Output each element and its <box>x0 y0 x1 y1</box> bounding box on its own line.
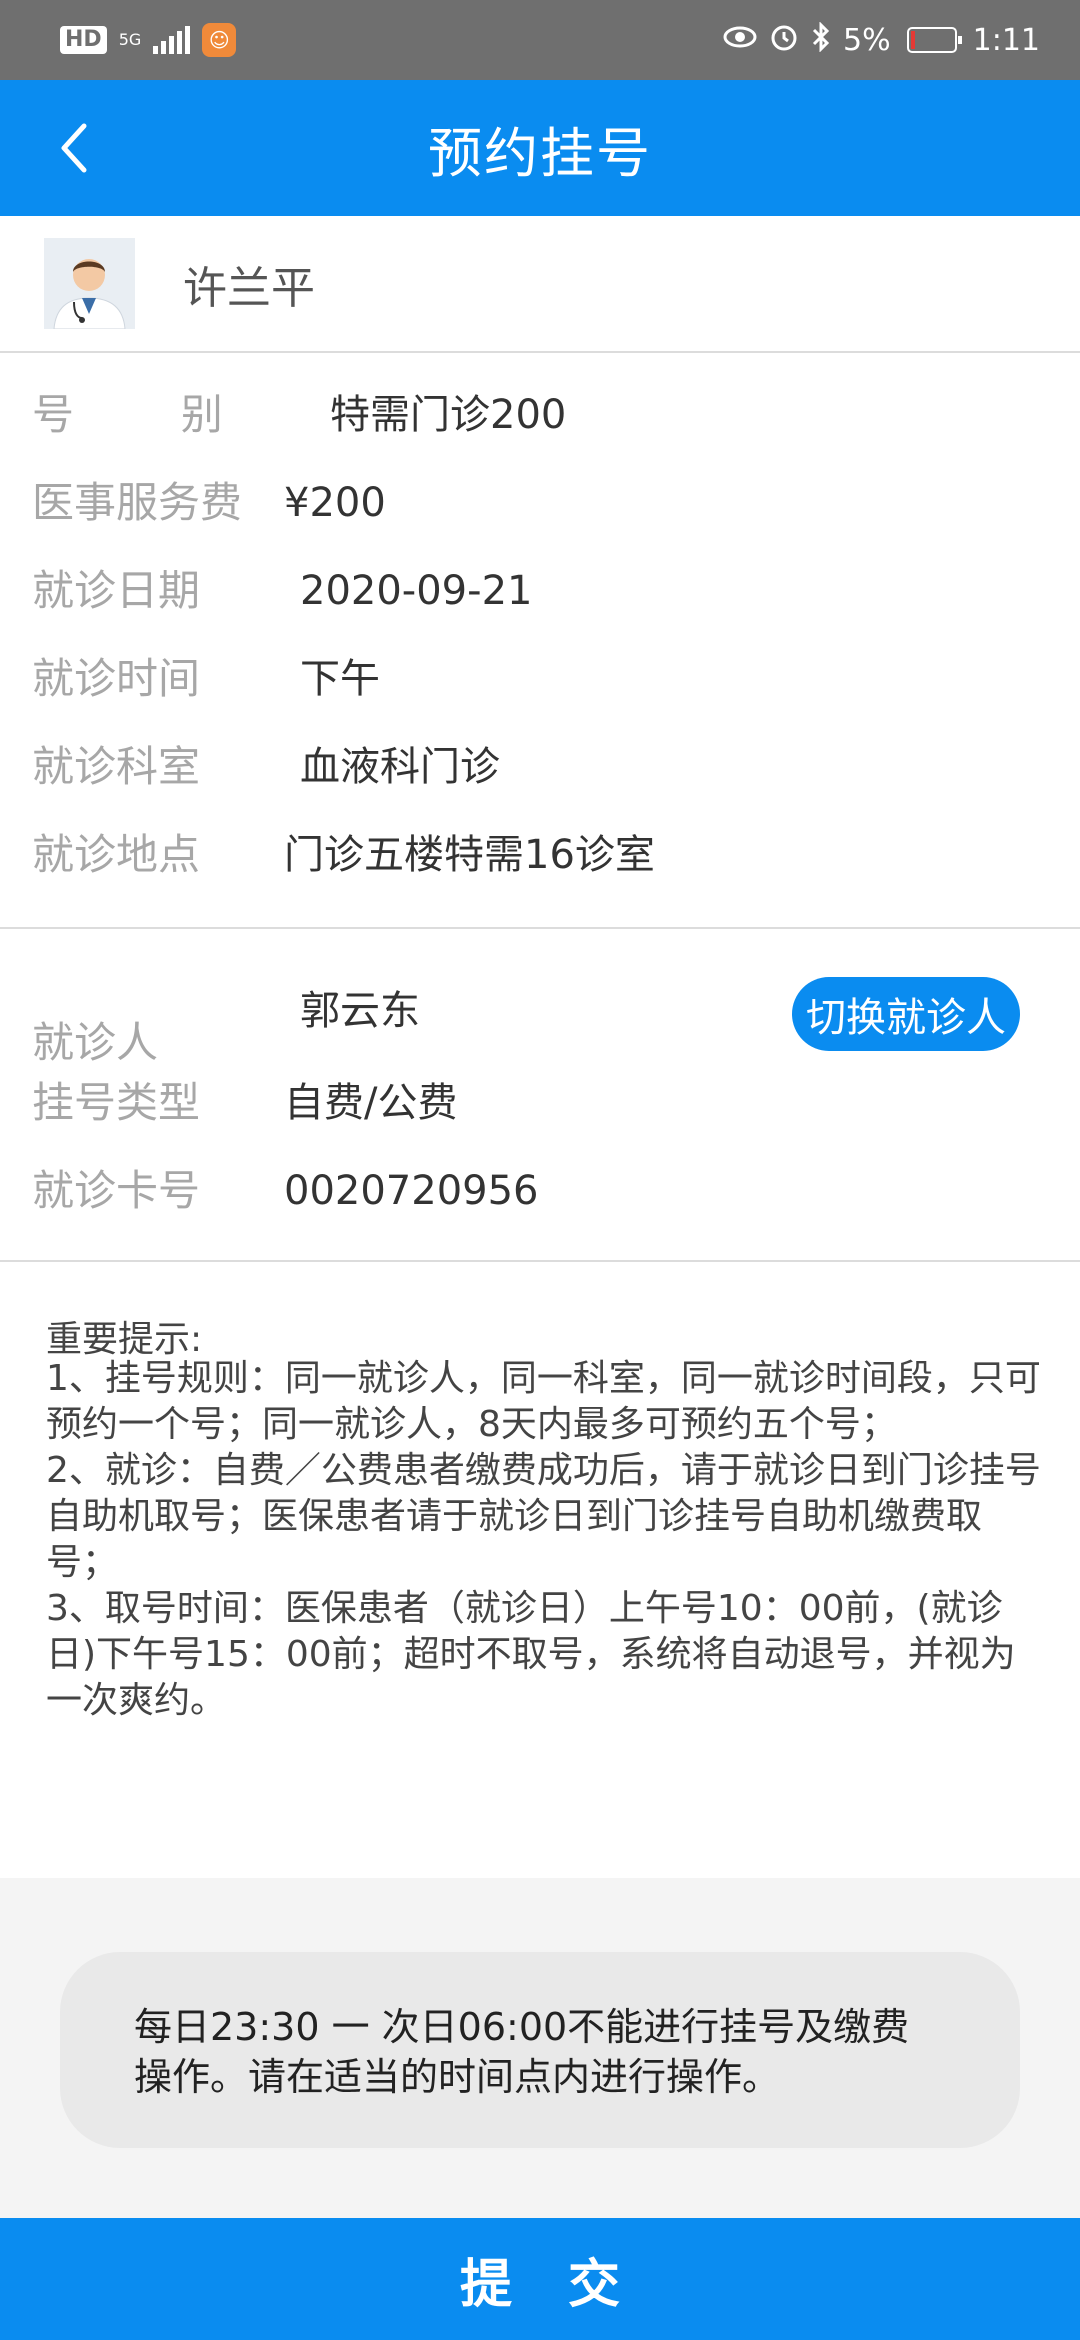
doctor-name: 许兰平 <box>183 262 315 314</box>
switch-patient-button[interactable]: 切换就诊人 <box>792 977 1020 1051</box>
notice-item: 2、就诊：自费／公费患者缴费成功后，请于就诊日到门诊挂号自助机取号；医保患者请于… <box>46 1450 1041 1583</box>
info-row-date: 就诊日期 2020-09-21 <box>0 561 1080 621</box>
header: 预约挂号 <box>0 80 1080 216</box>
appointment-info: 号 别 特需门诊200 医事服务费 ¥200 就诊日期 2020-09-21 就… <box>0 353 1080 929</box>
info-label: 就诊时间 <box>32 654 201 703</box>
info-value: ¥200 <box>284 480 386 526</box>
info-label: 就诊地点 <box>32 830 201 879</box>
important-notice: 重要提示: 1、挂号规则：同一就诊人，同一科室，同一就诊时间段，只可预约一个号；… <box>0 1262 1080 1878</box>
bottom-area: 每日23:30 一 次日06:00不能进行挂号及缴费操作。请在适当的时间点内进行… <box>0 1878 1080 2218</box>
status-bar: HD 5G ☺ 5% 1:11 <box>0 0 1080 80</box>
signal-icon <box>153 26 191 54</box>
info-label: 就诊科室 <box>32 742 201 791</box>
info-label: 号 别 <box>32 390 223 439</box>
info-label: 医事服务费 <box>32 478 243 527</box>
info-row-location: 就诊地点 门诊五楼特需16诊室 <box>0 825 1080 885</box>
info-value: 门诊五楼特需16诊室 <box>284 832 655 878</box>
info-label: 就诊卡号 <box>32 1166 201 1215</box>
info-label: 就诊日期 <box>32 566 201 615</box>
notice-item: 3、取号时间：医保患者（就诊日）上午号10：00前，(就诊日)下午号15：00前… <box>46 1588 1016 1721</box>
notice-body: 1、挂号规则：同一就诊人，同一科室，同一就诊时间段，只可预约一个号；同一就诊人，… <box>46 1356 1046 1724</box>
info-value: 血液科门诊 <box>300 744 500 790</box>
hd-icon: HD <box>60 26 107 54</box>
patient-name: 郭云东 <box>300 988 420 1034</box>
battery-percent: 5% <box>843 22 891 58</box>
battery-icon <box>906 27 962 53</box>
info-row-fee: 医事服务费 ¥200 <box>0 473 1080 533</box>
back-button[interactable] <box>36 110 112 186</box>
clock: 1:11 <box>972 22 1040 58</box>
info-value: 特需门诊200 <box>330 392 567 438</box>
eye-icon <box>723 25 757 55</box>
notice-item: 1、挂号规则：同一就诊人，同一科室，同一就诊时间段，只可预约一个号；同一就诊人，… <box>46 1358 1041 1445</box>
network-type: 5G <box>118 30 142 49</box>
app-notification-icon: ☺ <box>202 23 237 57</box>
info-value: 2020-09-21 <box>300 568 533 614</box>
doctor-row: 许兰平 <box>0 216 1080 353</box>
info-row-time: 就诊时间 下午 <box>0 649 1080 709</box>
info-value: 自费/公费 <box>284 1080 458 1126</box>
info-row-reg-type: 挂号类型 自费/公费 <box>0 1073 1080 1133</box>
page-title: 预约挂号 <box>428 121 652 185</box>
info-row-card: 就诊卡号 0020720956 <box>0 1161 1080 1221</box>
time-restriction-notice: 每日23:30 一 次日06:00不能进行挂号及缴费操作。请在适当的时间点内进行… <box>60 1952 1020 2148</box>
info-label: 就诊人 <box>32 1018 159 1067</box>
notice-title: 重要提示: <box>46 1319 203 1360</box>
doctor-avatar-icon <box>44 238 135 329</box>
status-right: 5% 1:11 <box>723 21 1040 58</box>
info-row-type: 号 别 特需门诊200 <box>0 385 1080 445</box>
patient-info: 就诊人 郭云东 切换就诊人 挂号类型 自费/公费 就诊卡号 0020720956 <box>0 929 1080 1262</box>
info-value: 0020720956 <box>284 1168 539 1214</box>
info-row-department: 就诊科室 血液科门诊 <box>0 737 1080 797</box>
info-value: 下午 <box>300 656 380 702</box>
chevron-left-icon <box>61 123 87 173</box>
info-label: 挂号类型 <box>32 1078 201 1127</box>
alarm-icon <box>769 22 799 58</box>
submit-button[interactable]: 提交 <box>0 2218 1080 2340</box>
bluetooth-icon <box>811 21 831 58</box>
status-left: HD 5G ☺ <box>60 23 237 57</box>
